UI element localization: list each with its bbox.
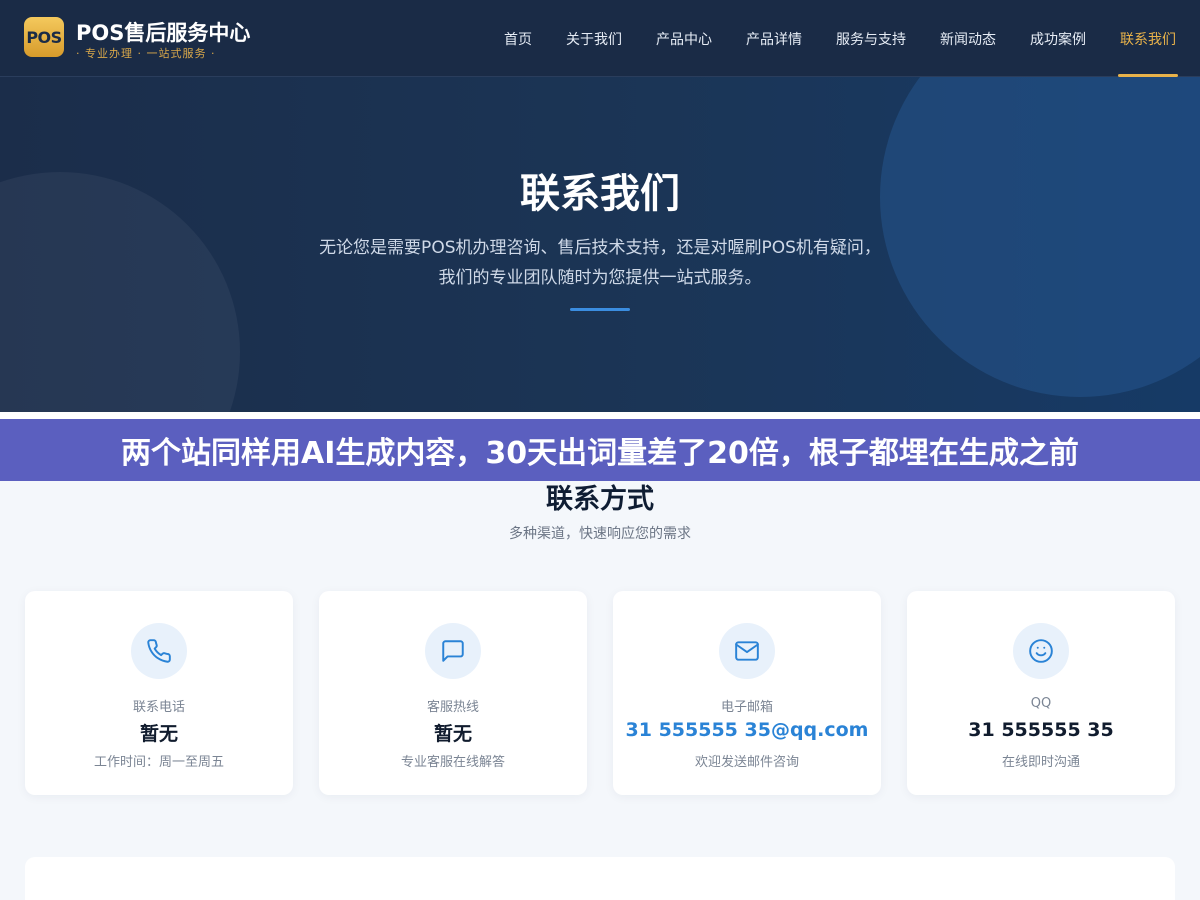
nav-item-news[interactable]: 新闻动态 — [940, 0, 996, 77]
contact-card-email: 电子邮箱 31 555555 35@qq.com 欢迎发送邮件咨询 — [613, 591, 881, 795]
card-note: 工作时间：周一至周五 — [93, 755, 224, 770]
card-value: 31 555555 35 — [968, 719, 1114, 741]
banner-text: 两个站同样用AI生成内容，30天出词量差了20倍，根子都埋在生成之前 — [121, 436, 1079, 471]
phone-icon — [131, 623, 187, 679]
card-label: 联系电话 — [132, 700, 185, 715]
card-label: 客服热线 — [426, 700, 479, 715]
hero-divider — [570, 308, 630, 311]
hero-section: 联系我们 无论您是需要POS机办理咨询、售后技术支持，还是对喔刷POS机有疑问，… — [0, 77, 1200, 412]
card-value: 暂无 — [433, 723, 472, 745]
nav-item-about[interactable]: 关于我们 — [566, 0, 622, 77]
hero-description-line: 我们的专业团队随时为您提供一站式服务。 — [438, 268, 762, 288]
card-note: 欢迎发送邮件咨询 — [694, 755, 799, 770]
contact-card-qq: QQ 31 555555 35 在线即时沟通 — [907, 591, 1175, 795]
hero-description-line: 无论您是需要POS机办理咨询、售后技术支持，还是对喔刷POS机有疑问， — [319, 238, 881, 258]
contact-card-hotline: 客服热线 暂无 专业客服在线解答 — [319, 591, 587, 795]
contact-card-phone: 联系电话 暂无 工作时间：周一至周五 — [25, 591, 293, 795]
nav-item-cases[interactable]: 成功案例 — [1030, 0, 1086, 77]
site-header: POS POS售后服务中心 · 专业办理 · 一站式服务 · 首页 关于我们 产… — [0, 0, 1200, 77]
nav-item-service[interactable]: 服务与支持 — [836, 0, 906, 77]
contact-form-card — [25, 857, 1175, 900]
hero-title: 联系我们 — [520, 171, 680, 217]
nav-item-home[interactable]: 首页 — [504, 0, 532, 77]
site-title[interactable]: POS售后服务中心 — [76, 17, 250, 47]
contact-cards: 联系电话 暂无 工作时间：周一至周五 客服热线 暂无 专业客服在线解答 电子邮箱… — [25, 591, 1175, 795]
card-value: 暂无 — [139, 723, 178, 745]
nav-item-contact[interactable]: 联系我们 — [1118, 0, 1178, 77]
site-tagline: · 专业办理 · 一站式服务 · — [76, 47, 216, 60]
section-divider — [0, 412, 1200, 419]
section-subtitle: 多种渠道，快速响应您的需求 — [509, 526, 691, 542]
mail-icon — [719, 623, 775, 679]
headline-banner: 两个站同样用AI生成内容，30天出词量差了20倍，根子都埋在生成之前 — [0, 419, 1200, 481]
card-note: 在线即时沟通 — [1001, 755, 1080, 770]
smile-icon — [1013, 623, 1069, 679]
card-note: 专业客服在线解答 — [400, 755, 505, 770]
card-label: QQ — [1030, 696, 1052, 711]
section-title: 联系方式 — [546, 484, 654, 515]
chat-icon — [425, 623, 481, 679]
nav-item-product-detail[interactable]: 产品详情 — [746, 0, 802, 77]
main-nav: 首页 关于我们 产品中心 产品详情 服务与支持 新闻动态 成功案例 联系我们 — [470, 0, 1178, 77]
logo-badge[interactable]: POS — [24, 17, 64, 57]
email-link[interactable]: 31 555555 35@qq.com — [613, 719, 881, 741]
card-label: 电子邮箱 — [720, 700, 773, 715]
nav-item-products[interactable]: 产品中心 — [656, 0, 712, 77]
